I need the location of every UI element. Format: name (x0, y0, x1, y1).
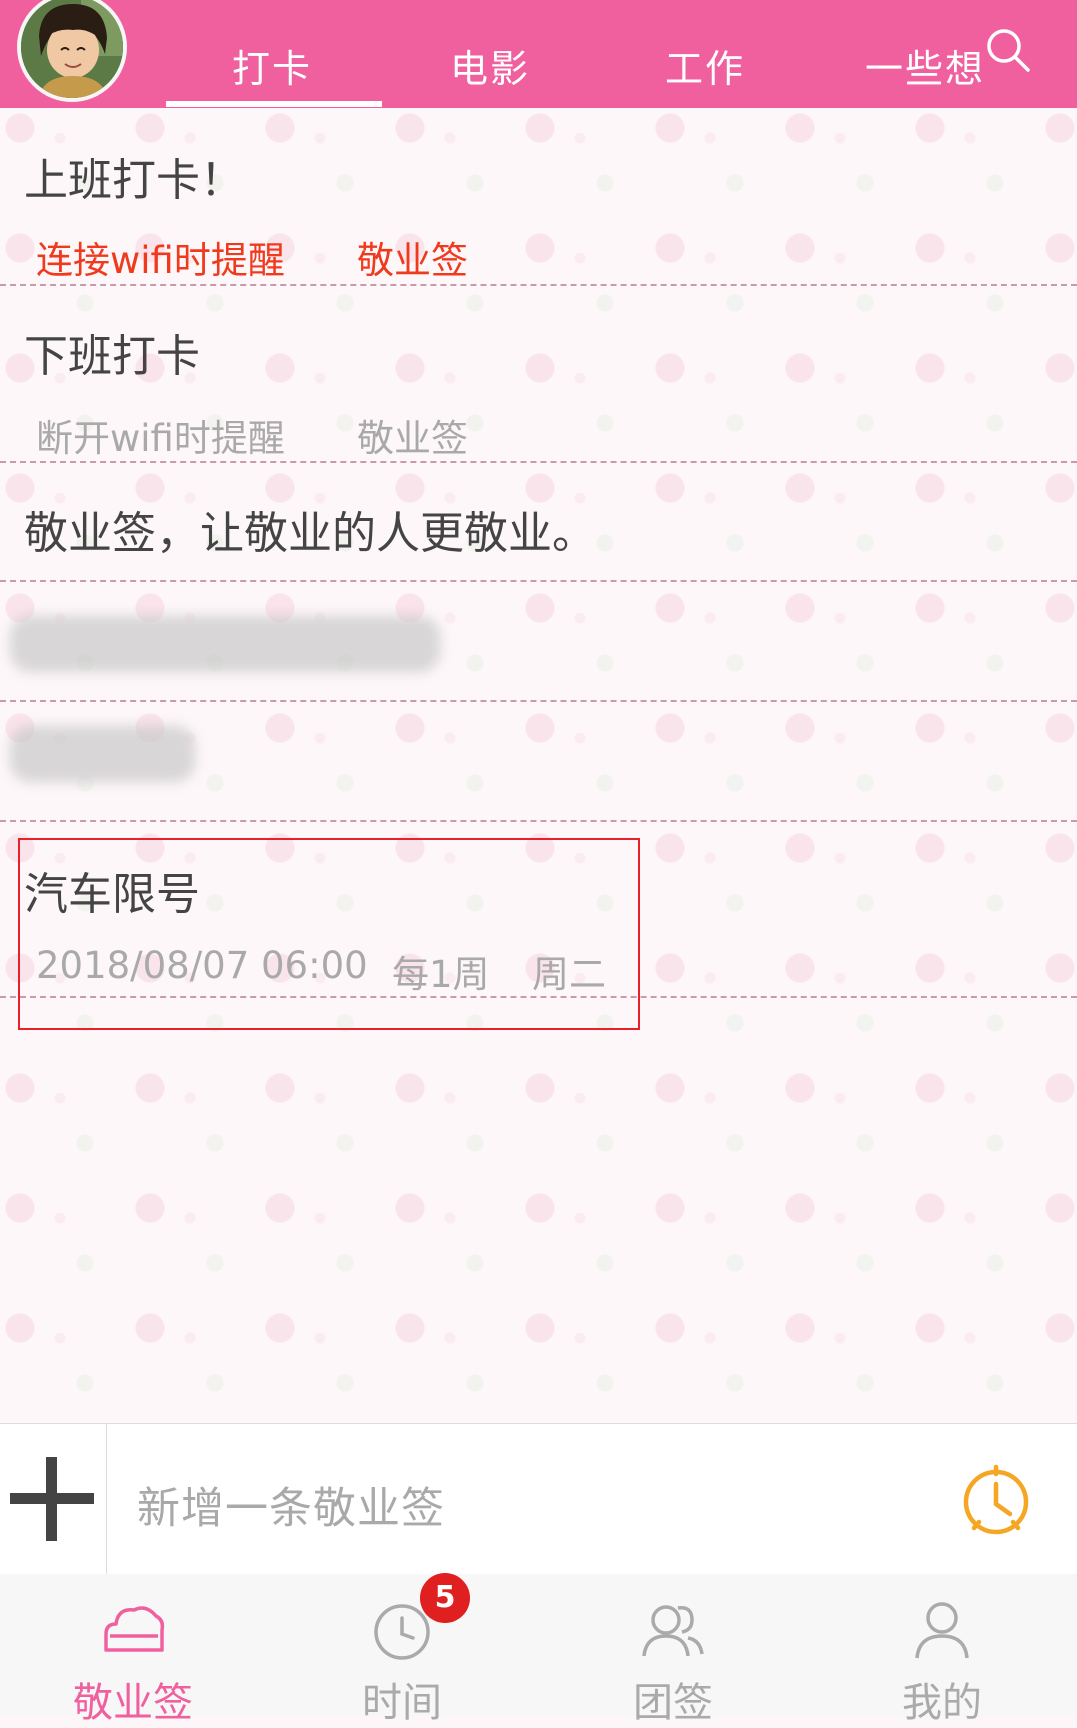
highlight-box (18, 838, 640, 1030)
nav-item-notes[interactable]: 敬业签 (43, 1574, 223, 1726)
item-category: 敬业签 (357, 239, 468, 282)
nav-label: 时间 (362, 1680, 442, 1726)
bottom-nav: 敬业签 时间 团签 我的 (0, 1574, 1077, 1726)
nav-label: 敬业签 (73, 1680, 193, 1726)
person-icon (907, 1594, 977, 1664)
list-item[interactable]: 下班打卡 断开wifi时提醒 敬业签 (0, 286, 1077, 460)
list-item[interactable]: 敬业签，让敬业的人更敬业。 (0, 463, 1077, 579)
top-header: 打卡 电影 工作 一些想 (0, 0, 1077, 108)
clock-icon[interactable] (960, 1464, 1032, 1536)
list-item[interactable] (0, 582, 1077, 698)
nav-item-me[interactable]: 我的 (852, 1574, 1032, 1726)
tab-movie[interactable]: 电影 (415, 38, 565, 91)
nav-label: 我的 (902, 1680, 982, 1726)
item-title: 下班打卡 (24, 331, 200, 382)
avatar-image (21, 0, 123, 98)
avatar[interactable] (17, 0, 127, 102)
new-note-bar: 新增一条敬业签 (0, 1423, 1077, 1575)
new-note-input[interactable]: 新增一条敬业签 (137, 1474, 445, 1536)
add-button[interactable] (0, 1424, 107, 1574)
search-icon[interactable] (982, 24, 1034, 76)
nav-item-group[interactable]: 团签 (583, 1574, 763, 1726)
item-reminder: 连接wifi时提醒 (36, 239, 285, 282)
nav-label: 团签 (633, 1680, 713, 1726)
redacted-text (10, 726, 195, 782)
group-icon (638, 1594, 708, 1664)
tab-work[interactable]: 工作 (630, 38, 780, 91)
item-title: 敬业签，让敬业的人更敬业。 (24, 508, 596, 559)
item-reminder: 断开wifi时提醒 (36, 417, 285, 460)
list-item[interactable]: 上班打卡！ 连接wifi时提醒 敬业签 (0, 108, 1077, 284)
tab-punch[interactable]: 打卡 (197, 38, 347, 91)
notification-badge: 5 (420, 1573, 470, 1623)
plus-icon (46, 1457, 57, 1541)
list-item[interactable] (0, 702, 1077, 818)
item-title: 上班打卡！ (24, 155, 244, 206)
tab-thoughts[interactable]: 一些想 (845, 38, 1005, 91)
cloud-icon (98, 1594, 168, 1664)
item-category: 敬业签 (357, 417, 468, 460)
active-tab-indicator (166, 101, 382, 107)
top-tabs: 打卡 电影 工作 一些想 (165, 0, 985, 108)
redacted-text (10, 616, 440, 672)
